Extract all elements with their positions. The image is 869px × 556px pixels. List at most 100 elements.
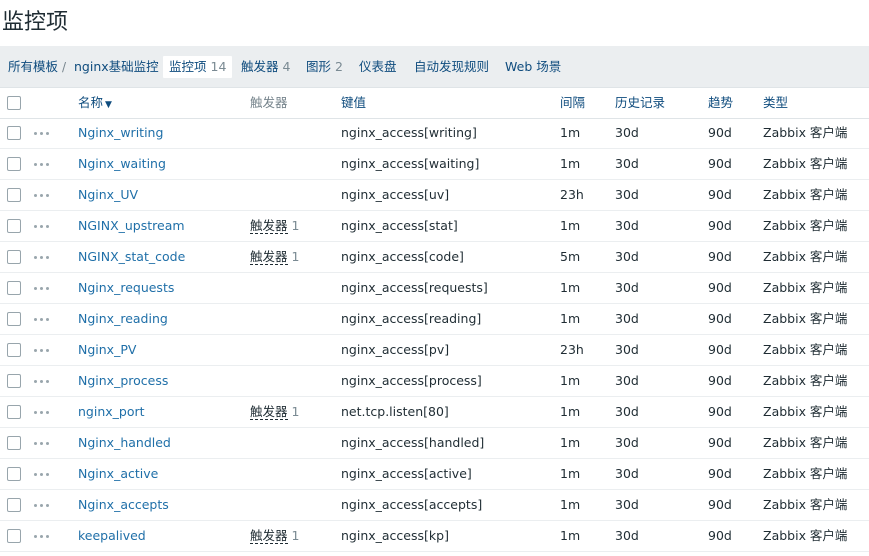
row-trends: 90d (708, 466, 732, 481)
row-checkbox[interactable] (7, 343, 21, 357)
tab-dashboards[interactable]: 仪表盘 (359, 56, 397, 78)
row-item-name[interactable]: keepalived (78, 521, 146, 551)
more-options-icon[interactable] (34, 163, 50, 167)
more-options-icon[interactable] (34, 225, 50, 229)
column-header-trends[interactable]: 趋势 (708, 88, 733, 118)
column-header-history[interactable]: 历史记录 (615, 88, 665, 118)
more-options-icon[interactable] (34, 287, 50, 291)
column-header-interval[interactable]: 间隔 (560, 88, 585, 118)
row-history: 30d (615, 373, 639, 388)
table-row: Nginx_accepts nginx_access[accepts] 1m 30d 9… (0, 490, 869, 521)
page-title: 监控项 (2, 10, 69, 35)
more-options-icon[interactable] (34, 442, 50, 446)
row-item-name[interactable]: Nginx_writing (78, 118, 163, 148)
row-item-name[interactable]: Nginx_reading (78, 304, 168, 334)
row-trigger-link[interactable]: 触发器 (250, 250, 288, 265)
tab-graphs[interactable]: 图形 2 (306, 56, 343, 78)
more-options-icon[interactable] (34, 411, 50, 415)
breadcrumb-all-templates[interactable]: 所有模板 (8, 56, 58, 78)
row-triggers[interactable]: 触发器 1 (250, 397, 299, 427)
row-item-name[interactable]: Nginx_process (78, 366, 168, 396)
row-item-name[interactable]: Nginx_UV (78, 180, 138, 210)
select-all-checkbox[interactable] (7, 96, 21, 110)
more-options-icon[interactable] (34, 473, 50, 477)
row-history: 30d (615, 280, 639, 295)
row-history: 30d (615, 156, 639, 171)
row-history: 30d (615, 466, 639, 481)
table-row: Nginx_waiting nginx_access[waiting] 1m 30d 9… (0, 149, 869, 180)
more-options-icon[interactable] (34, 194, 50, 198)
row-key: net.tcp.listen[80] (341, 404, 449, 419)
row-triggers[interactable]: 触发器 1 (250, 521, 299, 551)
row-type: Zabbix 客户端 (763, 187, 848, 202)
row-item-name[interactable]: Nginx_PV (78, 335, 136, 365)
more-options-icon[interactable] (34, 132, 50, 136)
row-triggers[interactable]: 触发器 1 (250, 211, 299, 241)
row-history: 30d (615, 218, 639, 233)
row-checkbox[interactable] (7, 312, 21, 326)
row-history: 30d (615, 342, 639, 357)
row-trigger-link[interactable]: 触发器 (250, 219, 288, 234)
table-row: Nginx_UV nginx_access[uv] 23h 30d 90d Zabbix … (0, 180, 869, 211)
row-interval: 1m (560, 280, 581, 295)
more-options-icon[interactable] (34, 256, 50, 260)
table-header: 名称 ▼ 触发器 键值 间隔 历史记录 趋势 类型 (0, 88, 869, 119)
more-options-icon[interactable] (34, 504, 50, 508)
row-trigger-link[interactable]: 触发器 (250, 529, 288, 544)
table-row: NGINX_stat_code 触发器 1 nginx_access[code] 5m 3… (0, 242, 869, 273)
row-type: Zabbix 客户端 (763, 404, 848, 419)
row-checkbox[interactable] (7, 436, 21, 450)
row-checkbox[interactable] (7, 374, 21, 388)
row-item-name[interactable]: Nginx_handled (78, 428, 171, 458)
row-item-name[interactable]: nginx_port (78, 397, 145, 427)
row-checkbox[interactable] (7, 157, 21, 171)
table-row: Nginx_active nginx_access[active] 1m 30d 90d… (0, 459, 869, 490)
column-header-type[interactable]: 类型 (763, 88, 788, 118)
row-triggers[interactable]: 触发器 1 (250, 242, 299, 272)
tab-graphs-count: 2 (335, 59, 343, 74)
breadcrumb-template-name[interactable]: nginx基础监控 (74, 56, 159, 78)
row-interval: 1m (560, 435, 581, 450)
row-key: nginx_access[kp] (341, 528, 449, 543)
row-key: nginx_access[uv] (341, 187, 450, 202)
row-interval: 1m (560, 156, 581, 171)
row-checkbox[interactable] (7, 250, 21, 264)
row-interval: 1m (560, 466, 581, 481)
more-options-icon[interactable] (34, 349, 50, 353)
row-item-name[interactable]: Nginx_requests (78, 273, 174, 303)
row-trigger-link[interactable]: 触发器 (250, 405, 288, 420)
row-checkbox[interactable] (7, 405, 21, 419)
row-checkbox[interactable] (7, 467, 21, 481)
column-header-key[interactable]: 键值 (341, 88, 366, 118)
row-checkbox[interactable] (7, 498, 21, 512)
row-checkbox[interactable] (7, 219, 21, 233)
column-header-name[interactable]: 名称 ▼ (78, 88, 112, 118)
row-item-name[interactable]: Nginx_active (78, 459, 158, 489)
row-trends: 90d (708, 218, 732, 233)
tab-triggers[interactable]: 触发器 4 (241, 56, 290, 78)
row-trends: 90d (708, 249, 732, 264)
more-options-icon[interactable] (34, 318, 50, 322)
row-trends: 90d (708, 373, 732, 388)
row-interval: 1m (560, 528, 581, 543)
row-interval: 1m (560, 311, 581, 326)
table-row: Nginx_writing nginx_access[writing] 1m 30d 9… (0, 118, 869, 149)
row-checkbox[interactable] (7, 281, 21, 295)
row-type: Zabbix 客户端 (763, 497, 848, 512)
row-item-name[interactable]: NGINX_upstream (78, 211, 185, 241)
tab-discovery-rules[interactable]: 自动发现规则 (414, 56, 489, 78)
more-options-icon[interactable] (34, 535, 50, 539)
row-item-name[interactable]: Nginx_waiting (78, 149, 166, 179)
row-key: nginx_access[pv] (341, 342, 450, 357)
table-row: Nginx_handled nginx_access[handled] 1m 30d 9… (0, 428, 869, 459)
row-checkbox[interactable] (7, 529, 21, 543)
row-type: Zabbix 客户端 (763, 218, 848, 233)
tab-web-scenarios[interactable]: Web 场景 (505, 56, 561, 78)
row-key: nginx_access[handled] (341, 435, 485, 450)
tab-items[interactable]: 监控项 14 (163, 56, 233, 78)
row-checkbox[interactable] (7, 188, 21, 202)
row-checkbox[interactable] (7, 126, 21, 140)
row-item-name[interactable]: NGINX_stat_code (78, 242, 185, 272)
row-item-name[interactable]: Nginx_accepts (78, 490, 169, 520)
more-options-icon[interactable] (34, 380, 50, 384)
